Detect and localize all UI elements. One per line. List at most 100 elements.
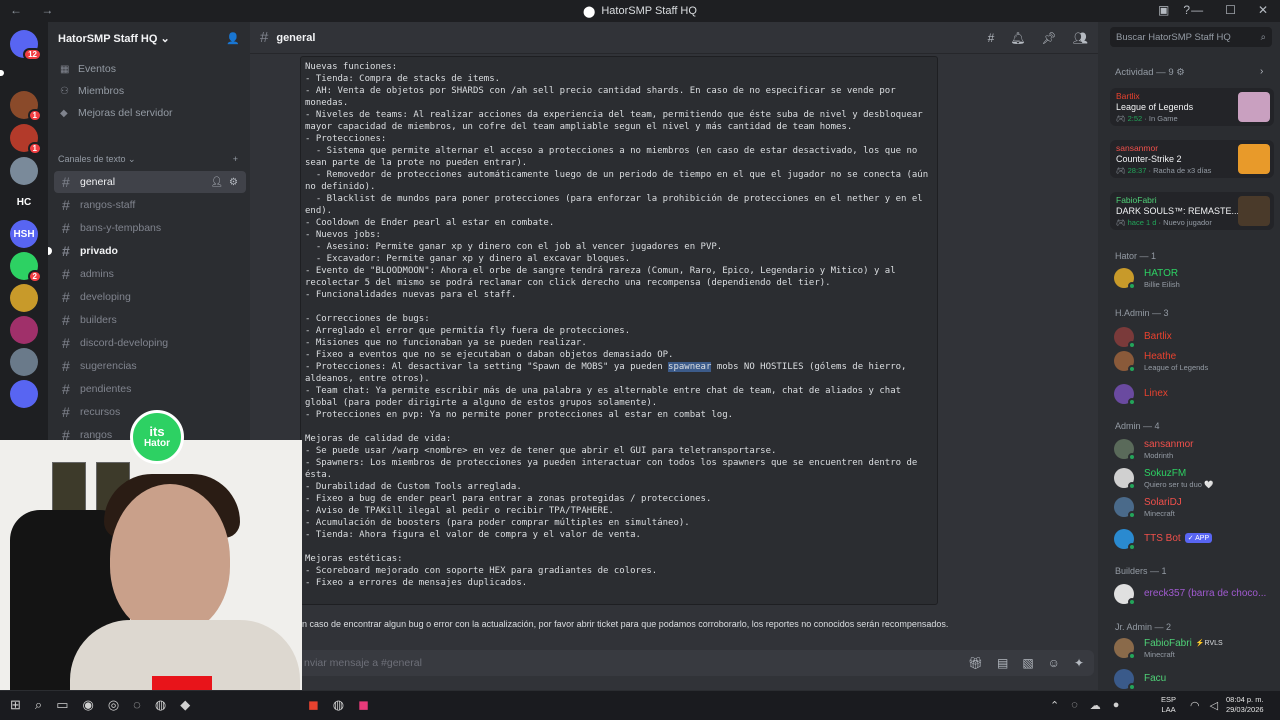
titlebar-tools: ▣ ? bbox=[1158, 3, 1190, 17]
language-indicator[interactable]: ESP LAA bbox=[1161, 695, 1176, 715]
nav-boosts[interactable]: ◆ Mejoras del servidor bbox=[48, 102, 250, 124]
app-icon[interactable]: ◆ bbox=[180, 697, 190, 713]
hash-icon: # bbox=[62, 197, 70, 213]
sticker-icon[interactable]: ▧ bbox=[1022, 656, 1033, 670]
server-icon[interactable] bbox=[10, 316, 38, 344]
cloud-icon[interactable]: ☁ bbox=[1090, 699, 1101, 712]
nav-members[interactable]: ⚇ Miembros bbox=[48, 80, 250, 102]
inbox-icon[interactable]: ▣ bbox=[1158, 3, 1169, 17]
nav-label: Mejoras del servidor bbox=[78, 107, 173, 119]
emoji-icon[interactable]: ☺ bbox=[1048, 656, 1060, 670]
channel-sugerencias[interactable]: # sugerencias bbox=[54, 355, 246, 377]
add-member-icon[interactable]: 👤 bbox=[226, 32, 240, 45]
server-icon[interactable] bbox=[10, 380, 38, 408]
member-item[interactable]: Heathe League of Legends bbox=[1114, 349, 1274, 373]
invite-icon[interactable]: 👤︎ bbox=[210, 177, 223, 188]
member-item[interactable]: Bartlix bbox=[1114, 325, 1274, 349]
mention-badge: 2 bbox=[27, 270, 42, 283]
gear-icon[interactable]: ⚙ bbox=[229, 177, 238, 188]
chevron-down-icon: ⌄ bbox=[160, 32, 170, 45]
channel-bans-y-tempbans[interactable]: # bans-y-tempbans bbox=[54, 217, 246, 239]
clock[interactable]: 08:04 p. m. 29/03/2026 bbox=[1226, 695, 1264, 715]
member-item[interactable]: FabioFabri ⚡RVLS Minecraft bbox=[1114, 636, 1274, 660]
server-header[interactable]: HatorSMP Staff HQ ⌄ 👤 bbox=[48, 22, 250, 54]
minimize-button[interactable]: — bbox=[1191, 3, 1203, 17]
channel-discord-developing[interactable]: # discord-developing bbox=[54, 332, 246, 354]
server-icon[interactable]: HC bbox=[10, 188, 38, 216]
member-group-header: Admin — 4 bbox=[1115, 421, 1160, 431]
activity-user: Bartlix bbox=[1116, 91, 1140, 101]
bell-icon[interactable]: 🔔︎ bbox=[1010, 31, 1025, 45]
threads-icon[interactable]: # bbox=[988, 31, 995, 45]
close-button[interactable]: ✕ bbox=[1258, 3, 1268, 17]
server-icon[interactable] bbox=[10, 157, 38, 185]
channel-developing[interactable]: # developing bbox=[54, 286, 246, 308]
its-hator-logo: its Hator bbox=[130, 410, 184, 464]
channel-builders[interactable]: # builders bbox=[54, 309, 246, 331]
server-icon[interactable]: 2 bbox=[10, 252, 42, 283]
channel-general[interactable]: # general 👤︎ ⚙ bbox=[54, 171, 246, 193]
server-icon[interactable] bbox=[10, 284, 38, 312]
activity-detail: In Game bbox=[1148, 114, 1178, 123]
wifi-icon[interactable]: ◠ bbox=[1190, 699, 1200, 712]
activity-user: FabioFabri bbox=[1116, 195, 1157, 205]
chrome-icon[interactable]: ◎ bbox=[108, 697, 119, 713]
game-thumbnail bbox=[1238, 144, 1270, 174]
channel-label: privado bbox=[80, 245, 118, 257]
gif-icon[interactable]: ▤ bbox=[997, 656, 1008, 670]
channel-privado[interactable]: # privado bbox=[48, 240, 246, 262]
activity-time: 2:52 bbox=[1127, 114, 1143, 123]
nav-events[interactable]: ▦ Eventos bbox=[48, 58, 250, 80]
channel-admins[interactable]: # admins bbox=[54, 263, 246, 285]
tiktok-icon[interactable]: ◼ bbox=[358, 697, 369, 713]
channel-rangos-staff[interactable]: # rangos-staff bbox=[54, 194, 246, 216]
window-title: HatorSMP Staff HQ bbox=[601, 5, 697, 17]
member-item[interactable]: ereck357 (barra de choco... bbox=[1114, 582, 1274, 606]
server-icon[interactable] bbox=[10, 348, 38, 376]
member-item[interactable]: Facu bbox=[1114, 667, 1274, 691]
gift-icon[interactable]: 🎁︎ bbox=[968, 656, 983, 670]
activity-card[interactable]: Bartlix League of Legends 🎮︎ 2:52 · In Gam… bbox=[1110, 88, 1274, 126]
discord-icon[interactable]: ◉ bbox=[82, 697, 93, 713]
chat-area: # general # 🔔︎ 📌︎ 👥︎ Nuevas funciones: -… bbox=[250, 22, 1098, 690]
member-item[interactable]: Linex bbox=[1114, 382, 1274, 406]
message-composer[interactable]: nviar mensaje a #general 🎁︎ ▤ ▧ ☺ ✦ bbox=[294, 650, 1094, 676]
apps-icon[interactable]: ✦ bbox=[1074, 656, 1084, 670]
server-icon[interactable]: 1 bbox=[10, 91, 42, 122]
server-icon[interactable]: HSH bbox=[10, 220, 38, 248]
search-icon[interactable]: ⌕ bbox=[35, 697, 42, 713]
member-item[interactable]: SolariDJ Minecraft bbox=[1114, 495, 1274, 519]
member-status: Minecraft bbox=[1144, 509, 1175, 518]
chevron-right-icon[interactable]: › bbox=[1260, 66, 1263, 77]
hash-icon: # bbox=[62, 358, 70, 374]
help-icon[interactable]: ? bbox=[1183, 3, 1190, 17]
mic-icon[interactable]: ● bbox=[1113, 699, 1120, 712]
history-nav[interactable]: ← → bbox=[10, 3, 61, 17]
volume-icon[interactable]: ◁ bbox=[1210, 699, 1218, 712]
app-icon[interactable]: ◍ bbox=[333, 697, 344, 713]
member-item[interactable]: TTS Bot ✓ APP bbox=[1114, 527, 1274, 551]
members-toggle-icon[interactable]: 👥︎ bbox=[1073, 31, 1088, 45]
member-item[interactable]: sansanmor Modrinth bbox=[1114, 437, 1274, 461]
maximize-button[interactable]: ☐ bbox=[1225, 3, 1236, 17]
category-text-channels[interactable]: Canales de texto ⌄ + bbox=[48, 151, 250, 167]
avatar bbox=[1114, 638, 1136, 660]
network-icon[interactable]: ◌ bbox=[1071, 699, 1078, 712]
app-icon[interactable]: ◼ bbox=[308, 697, 319, 713]
whatsapp-icon[interactable]: ◌ bbox=[133, 697, 141, 713]
member-name: Facu bbox=[1144, 673, 1166, 684]
search-input[interactable]: Buscar HatorSMP Staff HQ ⌕ bbox=[1110, 27, 1272, 47]
member-item[interactable]: SokuzFM Quiero ser tu duo 🤍 bbox=[1114, 466, 1274, 490]
server-icon[interactable]: 12 bbox=[10, 30, 42, 61]
activity-card[interactable]: sansanmor Counter-Strike 2 🎮︎ 28:37 · Rach… bbox=[1110, 140, 1274, 178]
server-icon[interactable]: 1 bbox=[10, 124, 42, 155]
tray-chevron-icon[interactable]: ⌃ bbox=[1050, 699, 1059, 712]
channel-pendientes[interactable]: # pendientes bbox=[54, 378, 246, 400]
folder-icon[interactable]: ▭ bbox=[56, 697, 68, 713]
member-item[interactable]: HATOR Billie Eilish bbox=[1114, 266, 1274, 290]
add-channel-icon[interactable]: + bbox=[233, 154, 238, 164]
activity-card[interactable]: FabioFabri DARK SOULS™: REMASTE... 🎮︎ hace… bbox=[1110, 192, 1274, 230]
windows-start-icon[interactable]: ⊞ bbox=[10, 697, 21, 713]
spotify-icon[interactable]: ◍ bbox=[155, 697, 166, 713]
pin-icon[interactable]: 📌︎ bbox=[1042, 31, 1057, 45]
